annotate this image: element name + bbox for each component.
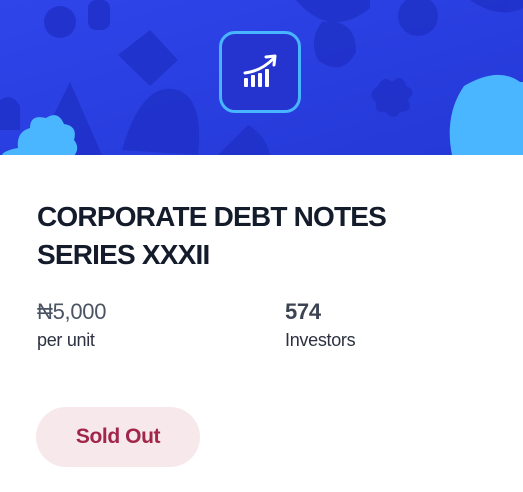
price-value: ₦5,000 <box>37 299 107 324</box>
investors-stat: 574 Investors <box>285 298 356 354</box>
product-title: CORPORATE DEBT NOTES SERIES XXXII <box>37 198 477 274</box>
investors-label: Investors <box>285 330 356 350</box>
sold-out-badge[interactable]: Sold Out <box>36 407 200 467</box>
product-title-line2: SERIES XXXII <box>37 239 210 270</box>
price-label: per unit <box>37 330 95 350</box>
price-stat: ₦5,000 per unit <box>37 298 106 354</box>
growth-chart-icon <box>243 54 277 87</box>
product-title-line1: CORPORATE DEBT NOTES <box>37 201 387 232</box>
product-icon-tile <box>219 31 301 113</box>
card-banner <box>0 0 523 155</box>
investors-count: 574 <box>285 299 321 324</box>
investment-card[interactable]: CORPORATE DEBT NOTES SERIES XXXII ₦5,000… <box>0 0 523 492</box>
